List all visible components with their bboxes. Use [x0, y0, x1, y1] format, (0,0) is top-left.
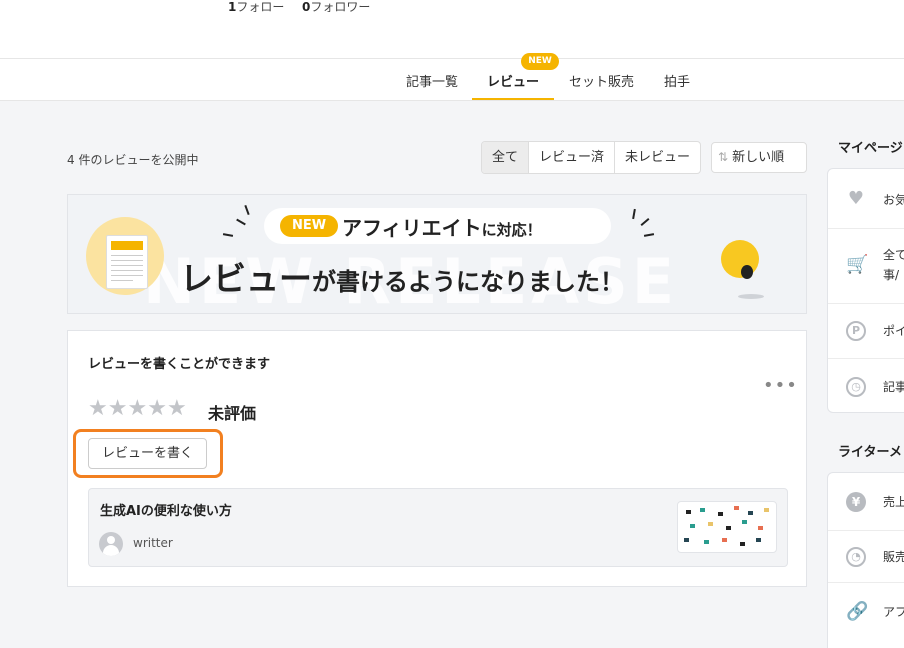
writer-item-selling[interactable]: ◔ 販売: [828, 530, 904, 582]
more-options-icon[interactable]: •••: [763, 375, 798, 396]
writer-menu: ¥ 売上 ◔ 販売 🔗 アフ: [827, 472, 904, 648]
sales-icon: ◔: [846, 547, 866, 567]
star-rating[interactable]: ★ ★ ★ ★ ★: [88, 397, 187, 421]
sparkle-icon: [244, 204, 250, 216]
writer-item-sales[interactable]: ¥ 売上: [828, 473, 904, 530]
filter-unreviewed-button[interactable]: 未レビュー: [614, 142, 700, 173]
write-review-button[interactable]: レビューを書く: [88, 438, 207, 469]
tab-articles[interactable]: 記事一覧: [406, 71, 458, 90]
review-filter-group: 全て レビュー済 未レビュー: [481, 141, 702, 174]
new-badge: NEW: [521, 53, 559, 70]
article-preview[interactable]: 生成AIの便利な使い方 writter: [88, 488, 788, 567]
author-name: writter: [133, 536, 173, 550]
heart-icon: ♥: [847, 188, 865, 209]
following-label: フォロー: [236, 0, 285, 14]
yen-icon: ¥: [846, 492, 866, 512]
sort-select[interactable]: ⇅ 新しい順: [711, 142, 807, 173]
new-release-banner[interactable]: NEW RELEASE NEW アフィリエイトに対応！ レビューが書けるようにな…: [67, 194, 807, 314]
mypage-menu: ♥ お気 🛒 全て 事/ P ポイ ◷ 記事: [827, 168, 904, 413]
star-icon[interactable]: ★: [108, 397, 128, 421]
sparkle-icon: [222, 233, 234, 237]
writer-menu-title: ライターメ: [838, 445, 902, 460]
tab-set-sales[interactable]: セット販売: [569, 71, 634, 90]
following-link[interactable]: 1フォロー: [228, 0, 284, 15]
mypage-item-favorites[interactable]: ♥ お気: [828, 169, 904, 228]
lightbulb-shadow: [738, 294, 764, 299]
cart-icon: 🛒: [846, 254, 869, 275]
active-tab-indicator: [472, 98, 554, 100]
article-title: 生成AIの便利な使い方: [100, 504, 232, 519]
sparkle-icon: [236, 218, 246, 226]
author-avatar: [99, 532, 123, 556]
sparkle-icon: [643, 233, 655, 237]
lightbulb-base: [741, 265, 753, 279]
review-card: レビューを書くことができます ••• ★ ★ ★ ★ ★ 未評価 レビューを書く…: [67, 330, 807, 587]
tab-reviews[interactable]: レビュー: [487, 71, 539, 90]
link-icon: 🔗: [846, 601, 869, 622]
star-icon[interactable]: ★: [127, 397, 147, 421]
writer-item-affiliate[interactable]: 🔗 アフ: [828, 582, 904, 640]
mypage-item-purchased[interactable]: 🛒 全て 事/: [828, 228, 904, 303]
tab-applause[interactable]: 拍手: [664, 71, 690, 90]
banner-new-badge: NEW: [280, 215, 338, 237]
sparkle-icon: [632, 208, 636, 220]
star-icon[interactable]: ★: [88, 397, 108, 421]
banner-line1: アフィリエイトに対応！: [342, 216, 542, 240]
mypage-item-points[interactable]: P ポイ: [828, 303, 904, 358]
lightbulb-icon: [721, 240, 759, 278]
sort-label: 新しい順: [732, 150, 785, 165]
star-icon[interactable]: ★: [147, 397, 167, 421]
unrated-label: 未評価: [208, 404, 257, 423]
profile-header: 1フォロー 0フォロワー: [0, 0, 904, 58]
sort-icon: ⇅: [718, 150, 729, 164]
followers-label: フォロワー: [310, 0, 371, 14]
star-icon[interactable]: ★: [167, 397, 187, 421]
followers-link[interactable]: 0フォロワー: [302, 0, 370, 15]
mypage-title: マイページ: [838, 141, 903, 156]
clock-icon: ◷: [846, 377, 866, 397]
review-count-text: 4 件のレビューを公開中: [67, 153, 199, 167]
banner-line2: レビューが書けるようになりました！: [180, 259, 624, 298]
filter-all-button[interactable]: 全て: [482, 142, 529, 173]
mypage-item-history[interactable]: ◷ 記事: [828, 358, 904, 414]
review-card-title: レビューを書くことができます: [88, 357, 271, 372]
document-icon: [106, 235, 148, 289]
article-thumbnail: [677, 501, 777, 553]
point-icon: P: [846, 321, 866, 341]
profile-tabs: 記事一覧 レビュー セット販売 拍手: [0, 58, 904, 101]
sparkle-icon: [640, 218, 650, 226]
filter-reviewed-button[interactable]: レビュー済: [528, 142, 614, 173]
